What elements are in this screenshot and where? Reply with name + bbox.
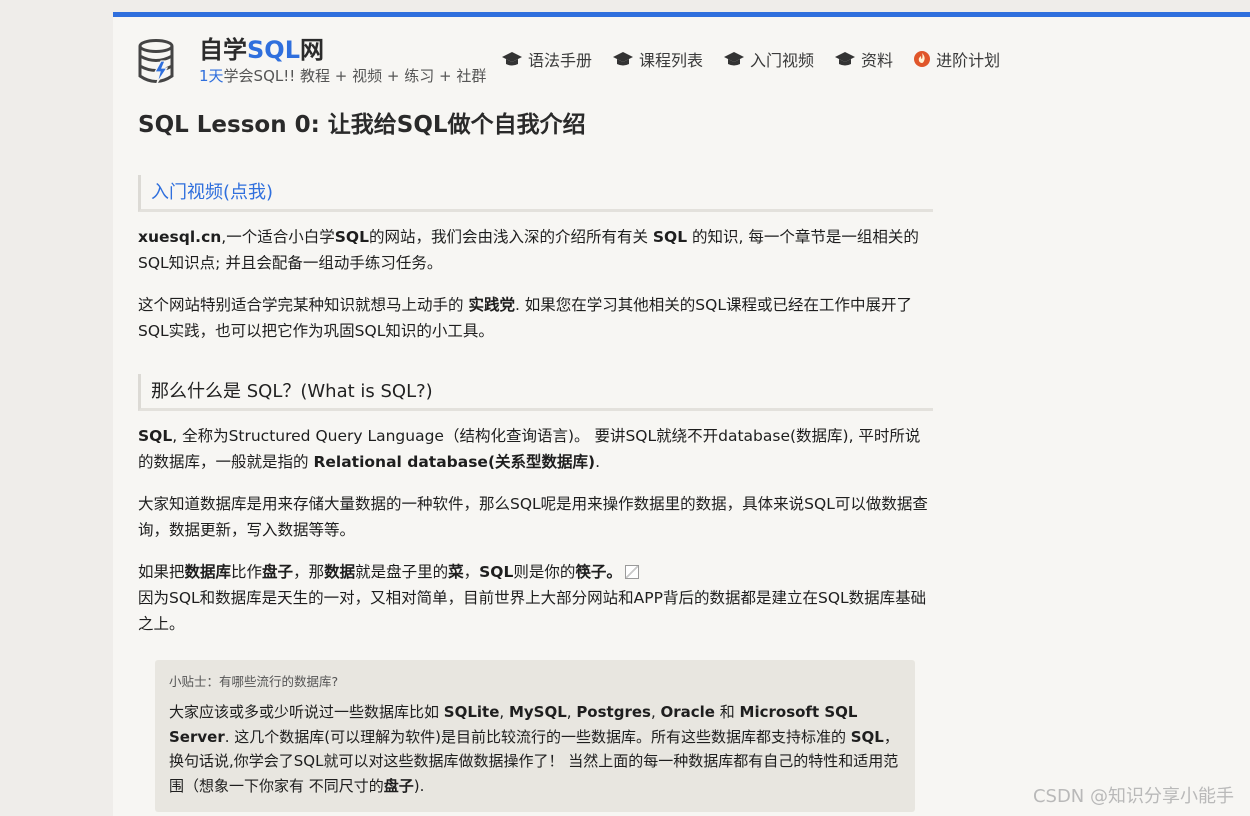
nav-item-syntax[interactable]: 语法手册: [501, 47, 592, 71]
nav-item-label: 入门视频: [750, 51, 815, 70]
nav-item-resources[interactable]: 资料: [834, 47, 893, 71]
nav-item-label: 语法手册: [528, 51, 593, 70]
intro-paragraph-1: xuesql.cn,一个适合小白学SQL的网站，我们会由浅入深的介绍所有有关 S…: [138, 228, 919, 272]
what-is-sql-heading: 那么什么是 SQL？(What is SQL?): [138, 374, 933, 411]
top-nav: 语法手册 课程列表 入门视频 资料 进阶计划: [501, 47, 1020, 71]
page-container: 自学SQL网 1天学会SQL!! 教程 + 视频 + 练习 + 社群 语法手册 …: [113, 12, 1250, 816]
graduation-cap-icon: [502, 52, 522, 66]
analogy-paragraph: 如果把数据库比作盘子，那数据就是盘子里的菜，SQL则是你的筷子。 因为SQL和数据…: [138, 563, 927, 633]
nav-item-label: 进阶计划: [936, 51, 1001, 70]
nav-item-label: 课程列表: [639, 51, 704, 70]
intro-video-link[interactable]: 入门视频(点我): [138, 175, 933, 212]
csdn-watermark: CSDN @知识分享小能手: [1032, 786, 1234, 807]
fire-badge-icon: [914, 51, 931, 67]
sql-usage-paragraph: 大家知道数据库是用来存储大量数据的一种软件，那么SQL呢是用来操作数据里的数据，…: [138, 495, 928, 539]
brand: 自学SQL网 1天学会SQL!! 教程 + 视频 + 练习 + 社群: [199, 35, 486, 87]
page-title: SQL Lesson 0: 让我给SQL做个自我介绍: [138, 112, 586, 138]
site-header: 自学SQL网 1天学会SQL!! 教程 + 视频 + 练习 + 社群 语法手册 …: [137, 35, 1237, 95]
sql-definition-paragraph: SQL, 全称为Structured Query Language（结构化查询语…: [138, 427, 921, 471]
graduation-cap-icon: [835, 52, 856, 66]
graduation-cap-icon: [613, 52, 634, 66]
database-logo-icon[interactable]: [137, 39, 179, 85]
graduation-cap-icon: [724, 52, 745, 66]
brand-title[interactable]: 自学SQL网: [199, 35, 486, 65]
lesson-content: SQL Lesson 0: 让我给SQL做个自我介绍 入门视频(点我) xues…: [138, 109, 933, 637]
nav-item-videos[interactable]: 入门视频: [723, 47, 814, 71]
tip-box: 小贴士：有哪些流行的数据库? 大家应该或多或少听说过一些数据库比如 SQLite…: [155, 660, 915, 812]
tip-title: 小贴士：有哪些流行的数据库?: [169, 674, 339, 689]
nav-item-label: 资料: [861, 51, 894, 70]
intro-paragraph-2: 这个网站特别适合学完某种知识就想马上动手的 实践党. 如果您在学习其他相关的SQ…: [138, 296, 912, 340]
broken-image-icon: [624, 565, 639, 579]
nav-item-advanced[interactable]: 进阶计划: [913, 47, 1000, 71]
nav-item-courses[interactable]: 课程列表: [612, 47, 703, 71]
tip-body: 大家应该或多或少听说过一些数据库比如 SQLite, MySQL, Postgr…: [169, 703, 899, 795]
brand-subtitle: 1天学会SQL!! 教程 + 视频 + 练习 + 社群: [199, 67, 487, 85]
